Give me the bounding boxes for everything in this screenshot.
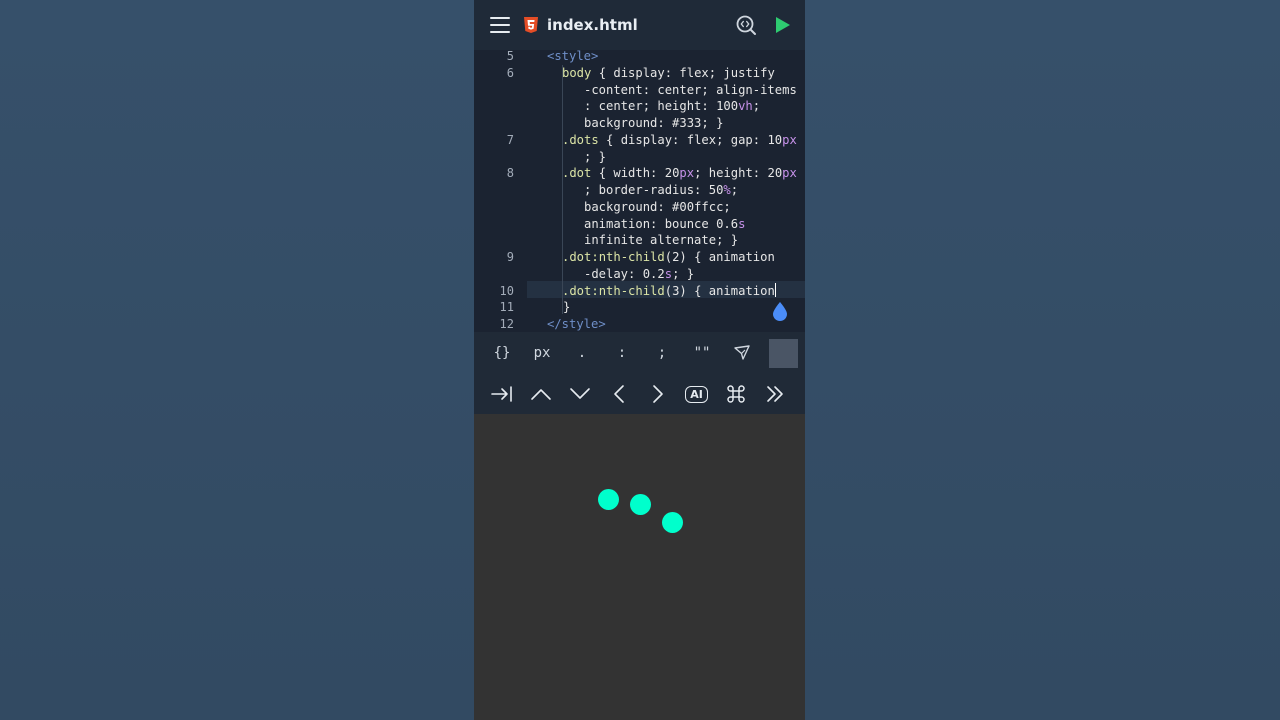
line-number: 9	[506, 250, 514, 264]
search-code-icon[interactable]	[735, 14, 757, 36]
code-token: ; height: 20	[694, 166, 783, 181]
symbol-key-semicolon[interactable]: ;	[642, 345, 682, 361]
code-token: ; }	[584, 149, 607, 164]
code-token: s	[738, 216, 746, 231]
code-token: : center; height: 100	[584, 99, 739, 114]
live-preview-panel	[474, 414, 805, 720]
color-picker-icon[interactable]	[722, 345, 762, 361]
code-token: -delay: 0.2	[584, 266, 665, 281]
code-token: .dots	[562, 132, 599, 147]
cursor-right-icon[interactable]	[638, 382, 677, 406]
code-line: .dot:nth-child(3) { animation	[562, 282, 805, 299]
code-line: ; }	[584, 149, 805, 165]
bouncing-dot-2	[630, 494, 651, 515]
code-editor-app: index.html 5 6 7 8 9 10 11 12 <style> body { dis…	[474, 0, 805, 720]
code-line: animation: bounce 0.6s	[584, 216, 805, 232]
code-token: { display: flex; gap: 10	[598, 132, 783, 147]
tab-indent-icon[interactable]	[482, 382, 521, 406]
code-token: .dot	[562, 250, 592, 264]
backdrop-right	[805, 0, 1280, 720]
cursor-up-icon[interactable]	[521, 382, 560, 406]
code-token: px	[679, 166, 695, 181]
symbol-key-colon[interactable]: :	[602, 345, 642, 361]
code-line: background: #00ffcc;	[584, 199, 805, 215]
code-token: body	[562, 65, 592, 80]
code-token: (2) { animation	[664, 250, 775, 264]
code-token: -content: center; align-items	[584, 82, 797, 97]
line-number: 7	[506, 132, 514, 147]
symbol-key-quotes[interactable]: ""	[682, 345, 722, 361]
cursor-left-icon[interactable]	[599, 382, 638, 406]
bouncing-dot-1	[598, 489, 619, 510]
code-editor[interactable]: 5 6 7 8 9 10 11 12 <style> body { display: flex;…	[474, 48, 805, 332]
code-token: s	[664, 266, 673, 281]
code-token: { width: 20	[591, 166, 680, 181]
code-line: .dots { display: flex; gap: 10px	[562, 132, 805, 148]
code-token: </style>	[547, 317, 606, 331]
line-number: 6	[506, 65, 514, 80]
symbol-key-braces[interactable]: {}	[482, 345, 522, 361]
code-token: :nth-child	[591, 283, 665, 298]
code-line: }	[563, 299, 805, 315]
symbol-toolbar: {} px . : ; ""	[474, 332, 805, 374]
command-icon[interactable]	[716, 382, 755, 406]
line-number: 10	[499, 283, 514, 298]
code-token: background: #00ffcc;	[584, 199, 731, 214]
code-token: vh	[738, 99, 753, 114]
code-token: .dot	[562, 283, 592, 298]
code-line: -delay: 0.2s; }	[584, 266, 805, 282]
color-swatch[interactable]	[769, 338, 798, 368]
html5-icon	[524, 17, 538, 33]
code-token: { display: flex; justify	[591, 65, 775, 80]
symbol-key-dot[interactable]: .	[562, 345, 602, 361]
symbol-key-px[interactable]: px	[522, 345, 562, 361]
code-line: .dot { width: 20px; height: 20px	[562, 165, 805, 181]
more-keys-icon[interactable]	[755, 382, 794, 406]
cursor-down-icon[interactable]	[560, 382, 599, 406]
code-line: : center; height: 100vh;	[584, 98, 805, 114]
line-number: 11	[499, 300, 514, 315]
code-token: ; }	[672, 266, 695, 281]
code-line: .dot:nth-child(2) { animation	[562, 249, 805, 265]
indent-guide	[562, 65, 563, 314]
code-token: }	[563, 300, 571, 315]
navigation-toolbar: AI	[474, 374, 805, 414]
code-token: ;	[752, 99, 761, 114]
code-token: :nth-child	[591, 250, 665, 264]
code-token: px	[782, 166, 797, 181]
code-token: .dot	[562, 166, 592, 181]
code-token: px	[782, 132, 797, 147]
line-number: 12	[499, 317, 514, 331]
code-line: body { display: flex; justify	[562, 65, 805, 81]
ai-assistant-button[interactable]: AI	[677, 382, 716, 406]
top-bar: index.html	[474, 0, 805, 50]
code-token: (3) { animation	[664, 283, 775, 298]
line-number: 8	[506, 166, 514, 181]
code-line: -content: center; align-items	[584, 82, 805, 98]
code-token: background: #333; }	[584, 116, 724, 130]
text-caret	[774, 282, 777, 297]
code-line: </style>	[547, 316, 805, 332]
text-cursor-handle[interactable]	[771, 301, 789, 321]
code-token: infinite alternate; }	[584, 233, 739, 248]
code-line: ; border-radius: 50%;	[584, 182, 805, 198]
file-name-title: index.html	[547, 16, 638, 34]
code-line: infinite alternate; }	[584, 232, 805, 248]
code-token: ;	[730, 183, 739, 197]
ai-label: AI	[685, 385, 708, 403]
menu-icon[interactable]	[490, 17, 510, 33]
code-line: <style>	[547, 48, 805, 64]
code-line: background: #333; }	[584, 115, 805, 131]
code-token: <style>	[547, 49, 599, 63]
code-token: ; border-radius: 50	[584, 183, 724, 197]
line-number: 5	[506, 49, 514, 63]
code-token: %	[723, 183, 731, 197]
backdrop-left	[0, 0, 474, 720]
run-play-icon[interactable]	[775, 16, 791, 34]
code-token: animation: bounce 0.6	[584, 216, 739, 231]
bouncing-dot-3	[662, 512, 683, 533]
